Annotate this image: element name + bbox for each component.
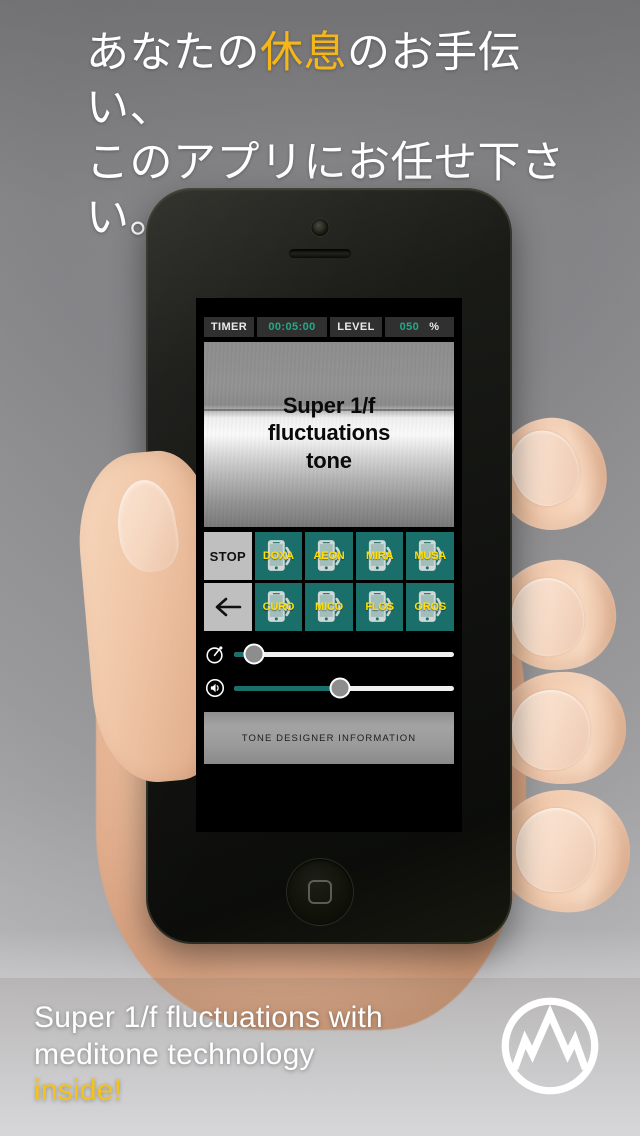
- timer-slider-track[interactable]: [234, 643, 454, 665]
- tone-title-line-3: tone: [306, 447, 352, 473]
- level-label: LEVEL: [337, 321, 375, 333]
- meditone-circle-logo: [501, 997, 599, 1095]
- timer-label-cell: TIMER: [204, 317, 254, 337]
- home-button[interactable]: [286, 858, 354, 926]
- headline-line-1: あなたの休息のお手伝い、: [86, 26, 606, 136]
- tone-button-grid: STOP DOXA AEON MIRA MUSA CURO MICO FLOS …: [204, 532, 454, 631]
- caption-line-2: meditone technology: [34, 1037, 315, 1071]
- level-unit: %: [429, 321, 440, 333]
- speaker-icon: [205, 678, 225, 698]
- tone-button-mico[interactable]: MICO: [305, 583, 353, 631]
- tone-button-flos[interactable]: FLOS: [355, 583, 404, 631]
- stopwatch-icon: [206, 646, 223, 664]
- tone-label: DOXA: [262, 550, 294, 562]
- timer-value: 00:05:00: [268, 321, 316, 333]
- tone-title-line-2: fluctuations: [267, 419, 391, 445]
- tone-label: MICO: [315, 601, 343, 613]
- timer-label: TIMER: [210, 321, 248, 333]
- slider-group: [204, 639, 454, 704]
- caption-line-3: inside!: [34, 1074, 123, 1108]
- tone-designer-information-banner[interactable]: TONE DESIGNER INFORMATION: [204, 712, 454, 764]
- tone-label: AEON: [313, 550, 345, 562]
- status-bar: TIMER 00:05:00 LEVEL 050 %: [204, 317, 454, 337]
- home-square-icon: [308, 880, 332, 904]
- app-screen: TIMER 00:05:00 LEVEL 050 % Super 1/f flu…: [196, 298, 462, 832]
- caption-line-1: Super 1/f fluctuations with: [34, 1001, 383, 1035]
- app-store-screenshot: あなたの休息のお手伝い、 このアプリにお任せ下さい。 TIMER 00:05:0…: [0, 0, 640, 1136]
- tone-button-doxa[interactable]: DOXA: [254, 532, 303, 580]
- volume-slider-track[interactable]: [234, 677, 454, 699]
- back-button[interactable]: [204, 583, 252, 631]
- tone-label: MIRA: [365, 550, 394, 562]
- info-banner-label: TONE DESIGNER INFORMATION: [241, 732, 417, 744]
- back-arrow-icon: [215, 597, 242, 617]
- level-label-cell: LEVEL: [330, 317, 382, 337]
- timer-slider-row: [204, 642, 454, 666]
- tone-button-oros[interactable]: OROS: [406, 583, 454, 631]
- tone-title-line-1: Super 1/f: [282, 392, 376, 418]
- artwork-panel: Super 1/f fluctuations tone: [204, 342, 454, 527]
- tone-label: MUSA: [414, 550, 446, 562]
- volume-slider-row: [204, 676, 454, 700]
- volume-slider-fill: [234, 685, 340, 691]
- tone-button-aeon[interactable]: AEON: [305, 532, 353, 580]
- headline-highlight: 休息: [260, 29, 347, 77]
- volume-slider-thumb[interactable]: [329, 677, 351, 699]
- timer-slider-thumb[interactable]: [243, 643, 265, 665]
- front-camera-icon: [311, 219, 329, 236]
- tone-label: CURO: [262, 601, 295, 613]
- headline-line1-part-a: あなたの: [86, 29, 260, 77]
- tone-label: FLOS: [365, 601, 394, 613]
- stop-button[interactable]: STOP: [204, 532, 252, 580]
- earpiece-speaker: [289, 249, 351, 258]
- level-value: 050: [399, 321, 420, 333]
- timer-value-cell[interactable]: 00:05:00: [257, 317, 327, 337]
- tone-button-musa[interactable]: MUSA: [406, 532, 454, 580]
- level-value-cell[interactable]: 050 %: [385, 317, 454, 337]
- stop-button-label: STOP: [209, 548, 246, 564]
- tone-button-mira[interactable]: MIRA: [355, 532, 404, 580]
- tone-button-curo[interactable]: CURO: [254, 583, 303, 631]
- caption-text: Super 1/f fluctuations with meditone tec…: [34, 1000, 383, 1110]
- tone-title: Super 1/f fluctuations tone: [204, 391, 454, 474]
- tone-label: OROS: [414, 601, 446, 613]
